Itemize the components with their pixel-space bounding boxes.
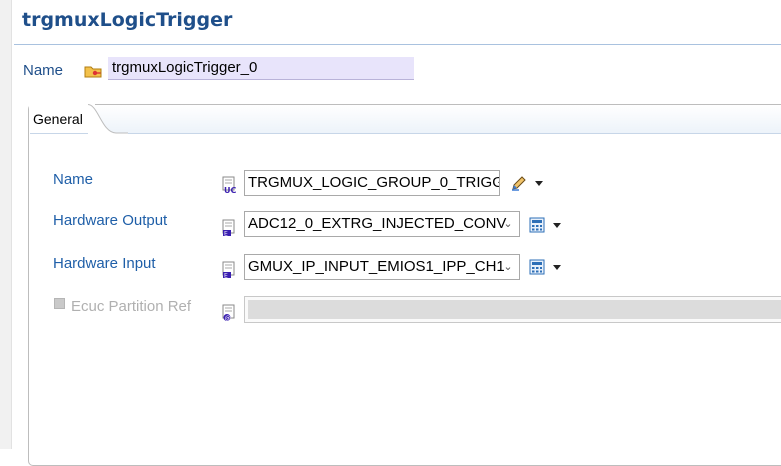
name-options-dropdown-icon[interactable]: [533, 177, 545, 189]
tab-general[interactable]: General: [29, 104, 95, 133]
general-panel: [28, 104, 781, 466]
calculator-icon[interactable]: [528, 216, 546, 234]
hardware-output-options-dropdown-icon[interactable]: [551, 219, 563, 231]
svg-text:E: E: [224, 231, 228, 238]
calculator-icon[interactable]: [528, 258, 546, 276]
hardware-output-value: ADC12_0_EXTRG_INJECTED_CONV: [248, 215, 507, 232]
hardware-output-label: Hardware Output: [53, 212, 168, 229]
svg-text:UC: UC: [224, 186, 236, 194]
top-name-input[interactable]: trgmuxLogicTrigger_0: [108, 57, 414, 80]
chevron-down-icon[interactable]: ⌄: [500, 258, 516, 276]
hardware-input-value: GMUX_IP_INPUT_EMIOS1_IPP_CH1: [248, 258, 505, 275]
enum-value-icon: E: [222, 219, 235, 238]
tab-curve: [88, 104, 128, 134]
tab-strip: [30, 105, 781, 134]
svg-text:E: E: [224, 273, 228, 280]
hardware-input-label: Hardware Input: [53, 255, 156, 272]
ecuc-partition-ref-value: [248, 300, 781, 319]
name-label: Name: [53, 171, 94, 188]
left-gutter: [0, 0, 12, 449]
title-divider: [14, 44, 781, 45]
ecuc-partition-ref-checkbox[interactable]: [54, 298, 65, 309]
hardware-input-select[interactable]: GMUX_IP_INPUT_EMIOS1_IPP_CH1 ⌄: [244, 254, 520, 280]
chevron-down-icon[interactable]: ⌄: [500, 215, 516, 233]
top-name-label: Name: [23, 62, 64, 79]
ecuc-partition-ref-label: Ecuc Partition Ref: [71, 298, 192, 315]
reference-value-icon: @: [222, 304, 235, 322]
pencil-edit-icon[interactable]: [510, 174, 528, 192]
hardware-output-select[interactable]: ADC12_0_EXTRG_INJECTED_CONV ⌄: [244, 211, 520, 237]
enum-value-icon: E: [222, 261, 235, 280]
folder-key-icon: [84, 66, 102, 78]
name-input[interactable]: TRGMUX_LOGIC_GROUP_0_TRIGGER: [244, 170, 500, 196]
text-value-icon: UC: [222, 176, 236, 194]
svg-text:@: @: [225, 315, 231, 322]
editor-title: trgmuxLogicTrigger: [22, 9, 233, 31]
ecuc-partition-ref-input: [244, 296, 781, 323]
hardware-input-options-dropdown-icon[interactable]: [551, 261, 563, 273]
